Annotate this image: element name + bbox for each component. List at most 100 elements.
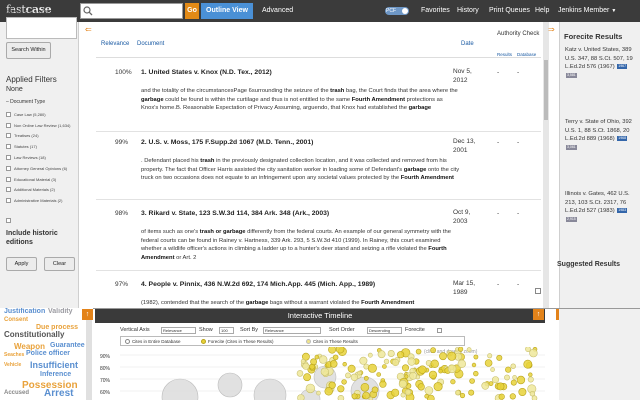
go-button[interactable]: Go	[185, 3, 199, 19]
result-bubble[interactable]	[347, 364, 356, 373]
result-bubble[interactable]	[404, 388, 412, 396]
filter-checkbox[interactable]	[6, 111, 11, 117]
result-bubble[interactable]	[481, 381, 490, 390]
historic-editions-checkbox[interactable]	[6, 218, 11, 223]
result-bubble[interactable]	[409, 371, 417, 380]
apply-button[interactable]: Apply	[6, 257, 37, 271]
database-cites-bubble[interactable]	[217, 372, 243, 398]
result-bubble[interactable]	[398, 379, 408, 389]
clear-button[interactable]: Clear	[44, 257, 75, 271]
result-bubble[interactable]	[438, 368, 443, 374]
result-bubble[interactable]	[305, 383, 316, 394]
forecite-checkbox[interactable]	[437, 328, 442, 333]
result-bubble[interactable]	[367, 352, 373, 358]
result-bubble[interactable]	[424, 393, 430, 399]
expand-up-icon[interactable]: ↑	[82, 309, 93, 320]
result-title[interactable]: 3. Rikard v. State, 123 S.W.3d 114, 384 …	[141, 210, 329, 217]
result-bubble[interactable]	[528, 372, 533, 377]
result-bubble[interactable]	[471, 362, 477, 368]
filter-item[interactable]: Case Law (5,280)	[6, 109, 78, 120]
filter-item[interactable]: Non Online Law Review (1,634)	[6, 120, 78, 131]
result-bubble[interactable]	[455, 389, 461, 396]
result-bubble[interactable]	[320, 367, 329, 376]
result-bubble[interactable]	[359, 356, 368, 365]
cloud-term[interactable]: Validity	[48, 308, 73, 315]
result-bubble[interactable]	[329, 360, 338, 368]
cloud-term[interactable]: Constitutionally	[4, 330, 64, 339]
result-bubble[interactable]	[300, 358, 306, 364]
result-bubble[interactable]	[387, 349, 395, 358]
legend-item[interactable]: Forecite (Cites in These Results)	[201, 339, 273, 344]
cloud-term[interactable]: Insufficient	[30, 360, 78, 370]
document-type-heading[interactable]: – Document Type	[6, 99, 45, 105]
result-title[interactable]: 4. People v. Pinnix, 436 N.W.2d 692, 174…	[141, 281, 375, 288]
result-bubble[interactable]	[468, 389, 475, 396]
cloud-term[interactable]: Arrest	[44, 388, 73, 399]
filter-item[interactable]: Administrative Materials (2)	[6, 195, 78, 206]
filter-checkbox[interactable]	[6, 144, 11, 150]
database-cites-bubble[interactable]	[253, 378, 287, 400]
filter-item[interactable]: Attorney General Opinions (6)	[6, 163, 78, 174]
cloud-term[interactable]: Vehicle	[4, 362, 21, 368]
result-bubble[interactable]	[404, 374, 409, 379]
result-bubble[interactable]	[529, 390, 536, 397]
expand-timeline-icon[interactable]: ↑	[533, 309, 544, 320]
result-bubble[interactable]	[428, 370, 438, 379]
result-bubble[interactable]	[529, 348, 538, 358]
result-bubble[interactable]	[350, 373, 359, 381]
result-bubble[interactable]	[457, 359, 466, 368]
result-bubble[interactable]	[383, 358, 390, 365]
result-bubble[interactable]	[430, 347, 436, 354]
cloud-term[interactable]: Justification	[4, 308, 45, 315]
filter-item[interactable]: Educational Material (3)	[6, 174, 78, 185]
filter-checkbox[interactable]	[6, 165, 11, 171]
result-bubble[interactable]	[371, 386, 379, 394]
result-bubble[interactable]	[296, 370, 304, 377]
result-bubble[interactable]	[418, 365, 427, 374]
result-bubble[interactable]	[302, 362, 310, 370]
result-bubble[interactable]	[510, 363, 516, 369]
result-bubble[interactable]	[345, 372, 351, 379]
advanced-link[interactable]: Advanced	[262, 7, 293, 14]
result-bubble[interactable]	[531, 395, 538, 400]
filter-checkbox[interactable]	[6, 176, 11, 182]
result-title[interactable]: 2. U.S. v. Moss, 175 F.Supp.2d 1067 (M.D…	[141, 139, 313, 146]
filter-item[interactable]: Treatises (24)	[6, 131, 78, 142]
result-bubble[interactable]	[459, 392, 466, 399]
result-bubble[interactable]	[342, 362, 347, 367]
result-bubble[interactable]	[328, 347, 337, 354]
result-bubble[interactable]	[417, 383, 425, 391]
pcf-toggle[interactable]: PCF	[385, 7, 409, 15]
result-bubble[interactable]	[458, 347, 464, 352]
filter-item[interactable]: Statutes (17)	[6, 141, 78, 152]
filter-checkbox[interactable]	[6, 155, 11, 161]
filter-item[interactable]: Law Reviews (18)	[6, 152, 78, 163]
result-bubble[interactable]	[510, 379, 517, 386]
result-title[interactable]: 1. United States v. Knox (N.D. Tex., 201…	[141, 69, 272, 76]
result-bubble[interactable]	[484, 359, 493, 367]
forecite-item[interactable]: Katz v. United States, 389 U.S. 347, 88 …	[565, 46, 635, 80]
search-within-input[interactable]	[6, 17, 77, 39]
result-bubble[interactable]	[473, 354, 479, 360]
result-bubble[interactable]	[487, 353, 493, 359]
result-bubble[interactable]	[362, 391, 370, 400]
result-bubble[interactable]	[357, 370, 362, 376]
result-bubble[interactable]	[505, 366, 512, 373]
result-bubble[interactable]	[447, 351, 457, 361]
result-bubble[interactable]	[424, 386, 434, 395]
result-bubble[interactable]	[400, 392, 406, 398]
result-bubble[interactable]	[335, 347, 345, 354]
result-bubble[interactable]	[415, 348, 422, 355]
result-bubble[interactable]	[509, 393, 516, 400]
sort-by-select[interactable]: Relevance	[263, 327, 321, 334]
result-bubble[interactable]	[439, 352, 447, 361]
result-bubble[interactable]	[447, 364, 457, 374]
result-bubble[interactable]	[469, 378, 475, 384]
result-bubble[interactable]	[496, 354, 503, 361]
forecite-item[interactable]: Terry v. State of Ohio, 392 U.S. 1, 88 S…	[565, 118, 635, 152]
result-bubble[interactable]	[337, 385, 345, 393]
result-bubble[interactable]	[391, 388, 400, 397]
collapse-left-icon[interactable]: ⇐	[85, 25, 92, 34]
result-bubble[interactable]	[303, 373, 311, 382]
result-bubble[interactable]	[379, 380, 387, 388]
